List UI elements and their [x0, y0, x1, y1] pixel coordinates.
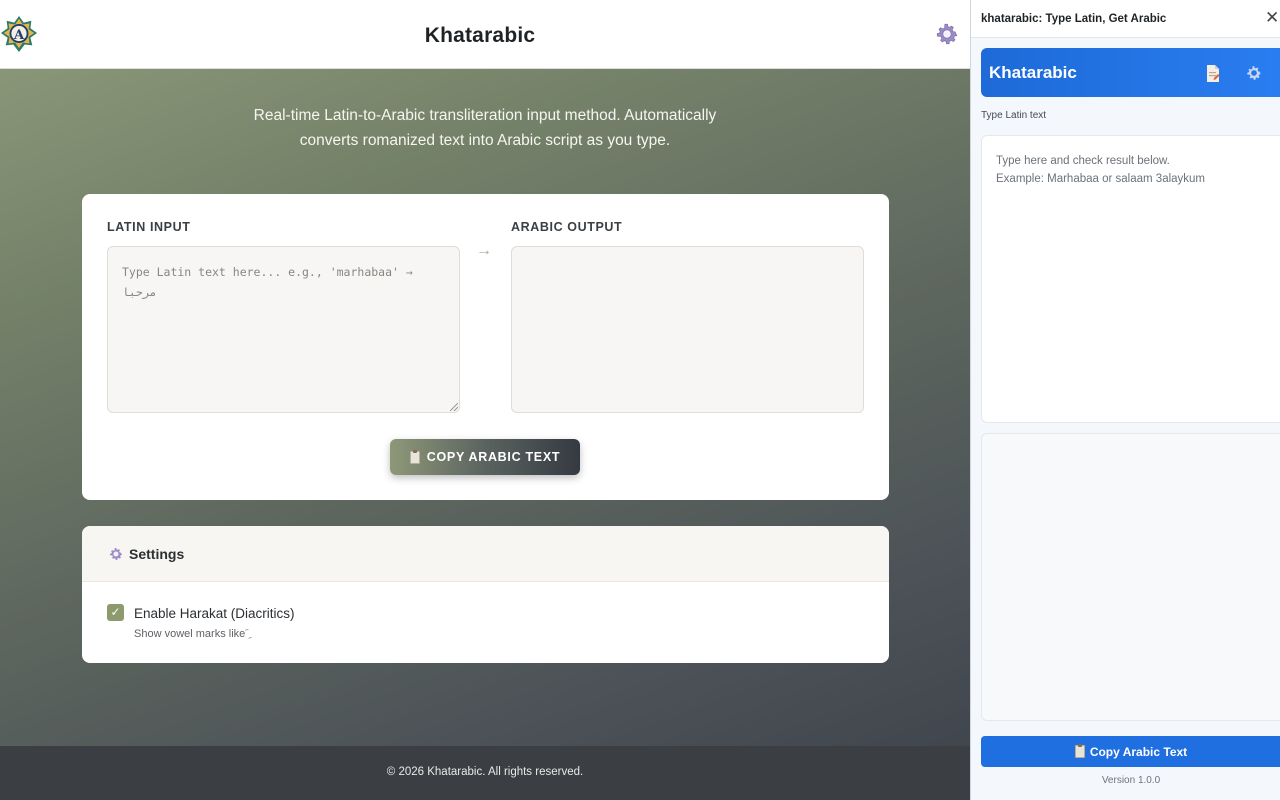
gear-icon [110, 548, 122, 560]
latin-input-label: LATIN INPUT [107, 220, 191, 234]
copy-arabic-button[interactable]: COPY ARABIC TEXT [390, 439, 580, 475]
brand-name: Khatarabic [989, 63, 1077, 82]
harakat-checkbox[interactable]: ✓ [107, 604, 124, 621]
side-panel: khatarabic: Type Latin, Get Arabic ✕ Kha… [970, 0, 1280, 800]
harakat-hint: Show vowel marks like َ ِ [134, 628, 252, 640]
resize-handle[interactable] [450, 403, 458, 411]
arrow-right-icon: → [476, 242, 492, 259]
check-icon: ✓ [110, 605, 121, 619]
document-icon[interactable] [1206, 65, 1220, 82]
side-panel-header: khatarabic: Type Latin, Get Arabic ✕ [971, 0, 1280, 38]
settings-title: Settings [129, 546, 185, 562]
clipboard-icon [1074, 744, 1085, 758]
panel-copy-button[interactable]: Copy Arabic Text [981, 736, 1280, 767]
top-bar: A Khatarabic [0, 0, 970, 69]
arabic-output-label: ARABIC OUTPUT [511, 220, 623, 234]
panel-copy-button-label: Copy Arabic Text [1089, 744, 1188, 759]
transliteration-card: LATIN INPUT ARABIC OUTPUT → COPY ARABIC … [82, 194, 889, 500]
footer: © 2026 Khatarabic. All rights reserved. [0, 746, 970, 800]
side-panel-title: khatarabic: Type Latin, Get Arabic [981, 13, 1167, 25]
tagline: Real-time Latin-to-Arabic transliteratio… [253, 107, 717, 149]
panel-latin-input[interactable] [981, 135, 1280, 423]
latin-input[interactable] [107, 246, 460, 413]
settings-header: Settings [82, 526, 889, 582]
close-icon[interactable]: ✕ [1265, 9, 1279, 27]
version-text: Version 1.0.0 [1101, 775, 1161, 786]
main-page: A Khatarabic Real-time Latin-to-Arabic t… [0, 0, 970, 800]
gear-icon[interactable] [1245, 64, 1263, 82]
footer-copyright: © 2026 Khatarabic. All rights reserved. [386, 766, 584, 778]
panel-arabic-output[interactable] [981, 433, 1280, 721]
gear-icon[interactable] [934, 21, 960, 47]
panel-input-label: Type Latin text [981, 110, 1047, 121]
page-title: Khatarabic [424, 24, 536, 47]
settings-card: Settings ✓ Enable Harakat (Diacritics) S… [82, 526, 889, 663]
arabic-output[interactable] [511, 246, 864, 413]
clipboard-icon [409, 449, 420, 464]
harakat-label[interactable]: Enable Harakat (Diacritics) [134, 606, 295, 621]
copy-arabic-button-label: COPY ARABIC TEXT [426, 450, 561, 464]
brand-bar: Khatarabic [981, 48, 1280, 97]
